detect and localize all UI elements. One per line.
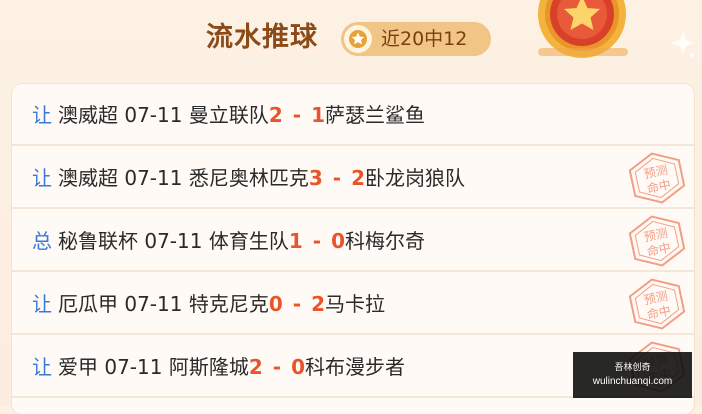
away-score: 0 — [331, 229, 345, 253]
match-date: 07-11 — [144, 229, 203, 253]
match-text: 让厄瓜甲 07-11 特克尼克0-2马卡拉 — [32, 273, 385, 335]
away-team: 萨瑟兰鲨鱼 — [325, 103, 425, 127]
bet-type-tag: 让 — [32, 355, 52, 379]
league-name: 秘鲁联杯 — [58, 229, 138, 253]
list-item[interactable]: 让澳威超 07-11 曼立联队2-1萨瑟兰鲨鱼 — [12, 84, 694, 146]
score-dash: - — [272, 355, 282, 379]
away-team: 科布漫步者 — [305, 355, 405, 379]
list-item[interactable]: 让澳威超 07-11 悉尼奥林匹克3-2卧龙岗狼队 预测 命中 — [12, 147, 694, 209]
home-team: 特克尼克 — [188, 292, 269, 316]
away-score: 2 — [311, 292, 325, 316]
medal-icon — [532, 0, 702, 80]
match-text: 让澳威超 07-11 悉尼奥林匹克3-2卧龙岗狼队 — [32, 147, 465, 209]
header: 流水推球 近20中12 — [0, 0, 702, 80]
page-title: 流水推球 — [206, 22, 318, 53]
away-score: 1 — [311, 103, 325, 127]
home-score: 2 — [268, 103, 283, 127]
score-dash: - — [312, 229, 322, 253]
match-date: 07-11 — [124, 292, 183, 316]
match-text: 总秘鲁联杯 07-11 体育生队1-0科梅尔奇 — [32, 210, 425, 272]
match-text: 让澳威超 07-11 曼立联队2-1萨瑟兰鲨鱼 — [32, 84, 425, 146]
watermark-url: wulinchuanqi.com — [592, 376, 673, 387]
away-team: 马卡拉 — [325, 292, 385, 316]
watermark-title: 吾林创奇 — [614, 363, 651, 373]
list-item[interactable]: 让厄瓜甲 07-11 特克尼克0-2马卡拉 预测 命中 — [12, 273, 694, 335]
site-watermark: 吾林创奇 wulinchuanqi.com — [573, 352, 692, 398]
home-score: 3 — [308, 166, 323, 190]
home-score: 0 — [268, 292, 283, 316]
list-item[interactable]: 总秘鲁联杯 07-11 体育生队1-0科梅尔奇 预测 命中 — [12, 210, 694, 272]
match-date: 07-11 — [124, 166, 183, 190]
score-dash: - — [332, 166, 342, 190]
prediction-hit-stamp: 预测 命中 — [624, 213, 690, 269]
record-badge: 近20中12 — [341, 22, 491, 56]
bet-type-tag: 让 — [32, 166, 52, 190]
record-label: 近20中12 — [381, 28, 468, 50]
home-team: 体育生队 — [208, 229, 289, 253]
home-score: 1 — [288, 229, 303, 253]
league-name: 澳威超 — [58, 166, 118, 190]
league-name: 爱甲 — [58, 355, 98, 379]
home-team: 曼立联队 — [188, 103, 269, 127]
away-team: 科梅尔奇 — [345, 229, 425, 253]
star-icon — [344, 25, 372, 53]
bet-type-tag: 总 — [32, 229, 52, 253]
bet-type-tag: 让 — [32, 103, 52, 127]
home-team: 阿斯隆城 — [168, 355, 249, 379]
prediction-hit-stamp: 预测 命中 — [624, 150, 690, 206]
away-score: 2 — [351, 166, 365, 190]
score-dash: - — [292, 292, 302, 316]
score-dash: - — [292, 103, 302, 127]
home-team: 悉尼奥林匹克 — [188, 166, 309, 190]
away-team: 卧龙岗狼队 — [365, 166, 465, 190]
league-name: 澳威超 — [58, 103, 118, 127]
match-date: 07-11 — [104, 355, 163, 379]
match-date: 07-11 — [124, 103, 183, 127]
away-score: 0 — [291, 355, 305, 379]
bet-type-tag: 让 — [32, 292, 52, 316]
league-name: 厄瓜甲 — [58, 292, 118, 316]
match-text: 让爱甲 07-11 阿斯隆城2-0科布漫步者 — [32, 336, 405, 398]
home-score: 2 — [248, 355, 263, 379]
prediction-hit-stamp: 预测 命中 — [624, 276, 690, 332]
